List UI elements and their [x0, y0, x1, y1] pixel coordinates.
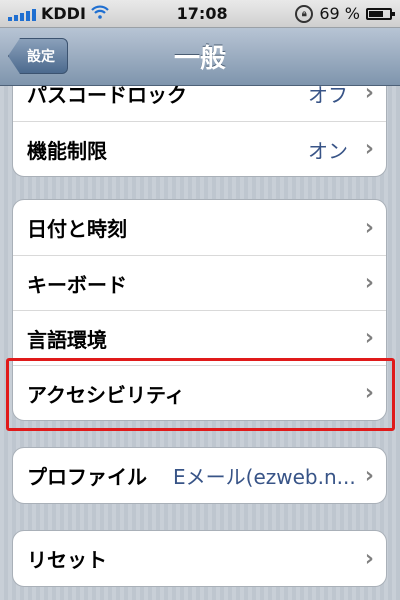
wifi-icon	[91, 5, 109, 23]
signal-strength-icon	[8, 7, 36, 21]
row-date-time[interactable]: 日付と時刻 ›	[13, 200, 386, 255]
battery-icon	[365, 7, 395, 20]
carrier-name: KDDI	[41, 4, 86, 23]
settings-list[interactable]: パスコードロック オフ › 機能制限 オン › 日付と時刻 › キーボード › …	[0, 86, 400, 600]
rotation-lock-icon: 🔒︎	[295, 4, 314, 23]
chevron-right-icon: ›	[364, 325, 374, 351]
row-reset[interactable]: リセット ›	[13, 531, 386, 586]
row-keyboard[interactable]: キーボード ›	[13, 255, 386, 310]
row-profile[interactable]: プロファイル Eメール(ezweb.n... ›	[13, 448, 386, 503]
row-value: オフ	[308, 86, 348, 107]
chevron-right-icon: ›	[364, 546, 374, 571]
row-restrictions[interactable]: 機能制限 オン ›	[13, 121, 386, 176]
row-passcode-lock[interactable]: パスコードロック オフ ›	[13, 86, 386, 121]
row-label: プロファイル	[27, 465, 147, 489]
status-right: 🔒︎ 69 %	[295, 4, 395, 23]
chevron-right-icon: ›	[364, 215, 374, 240]
row-label: リセット	[27, 548, 107, 572]
status-left: KDDI	[8, 4, 109, 23]
group-reset: リセット ›	[12, 530, 387, 587]
row-label: 日付と時刻	[27, 217, 127, 241]
row-label: パスコードロック	[27, 86, 187, 107]
back-button[interactable]: 設定	[8, 38, 68, 74]
chevron-right-icon: ›	[364, 136, 374, 162]
navigation-bar: 一般 設定	[0, 28, 400, 86]
battery-percent: 69 %	[319, 4, 360, 23]
chevron-right-icon: ›	[364, 270, 374, 296]
row-label: 機能制限	[27, 138, 107, 163]
status-bar: KDDI 17:08 🔒︎ 69 %	[0, 0, 400, 28]
chevron-right-icon: ›	[364, 86, 374, 106]
row-label: キーボード	[27, 272, 127, 297]
row-language[interactable]: 言語環境 ›	[13, 310, 386, 365]
clock: 17:08	[176, 4, 228, 23]
battery-fill	[368, 10, 383, 17]
row-label: 言語環境	[27, 327, 107, 352]
chevron-right-icon: ›	[364, 463, 374, 488]
group-security: パスコードロック オフ › 機能制限 オン ›	[12, 86, 387, 177]
group-profile: プロファイル Eメール(ezweb.n... ›	[12, 447, 387, 504]
row-value: Eメール(ezweb.n...	[173, 465, 356, 489]
highlight-box	[6, 358, 395, 431]
row-value: オン	[308, 138, 348, 163]
